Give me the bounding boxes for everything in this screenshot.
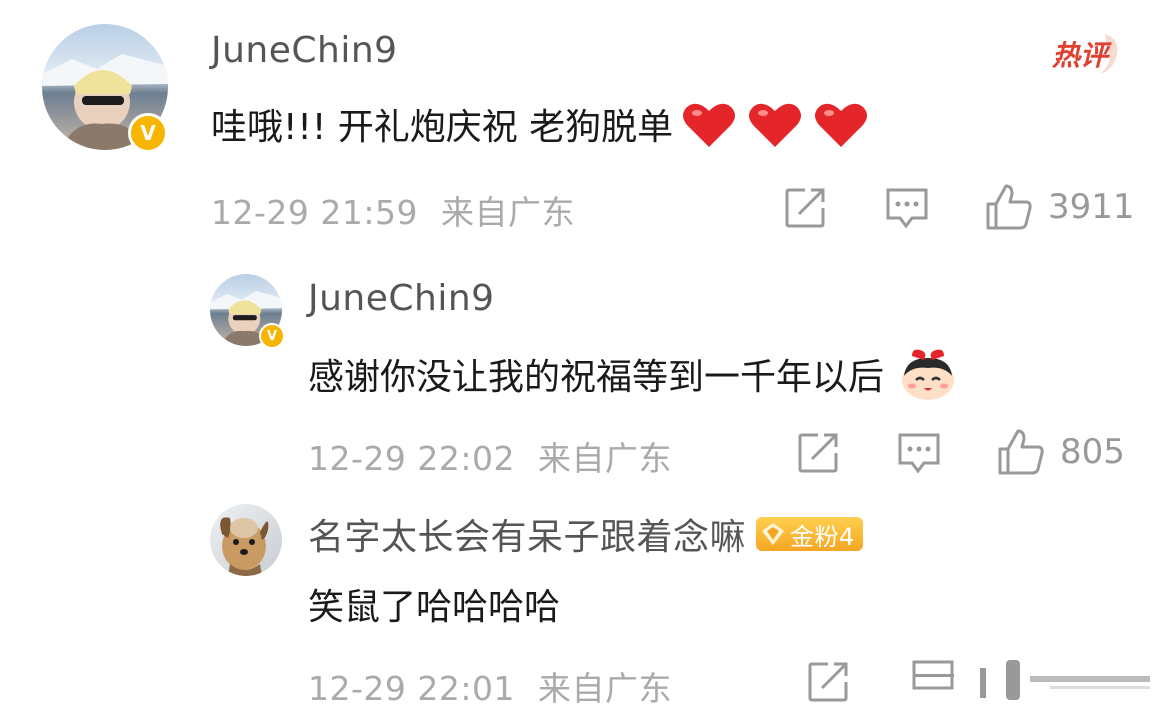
diamond-icon — [762, 523, 785, 545]
heart-emoji-icon — [813, 99, 869, 149]
heart-emoji-icon — [681, 99, 737, 149]
comment-text-row: 哇哦!!! 开礼炮庆祝 老狗脱单 — [211, 98, 869, 150]
hot-tag-label: 热评 — [1052, 39, 1109, 72]
reply-meta: 12-29 22:02 来自广东 — [308, 432, 672, 480]
reply-location: 来自广东 — [537, 669, 672, 708]
reply-username[interactable]: 名字太长会有呆子跟着念嘛 — [308, 508, 746, 560]
comment-username[interactable]: JuneChin9 — [211, 30, 398, 71]
reply-time: 12-29 22:02 — [308, 439, 515, 478]
like-button[interactable]: 805 — [996, 427, 1125, 477]
like-count: 3911 — [1048, 187, 1135, 227]
comment-icon[interactable] — [884, 186, 930, 230]
fan-level-badge: 金粉4 — [756, 517, 863, 551]
reply-username[interactable]: JuneChin9 — [308, 278, 495, 319]
reply-username-row: 名字太长会有呆子跟着念嘛 金粉4 — [308, 508, 863, 560]
hot-comment-tag: 热评 — [1050, 28, 1130, 78]
share-icon[interactable] — [806, 660, 850, 704]
verified-badge-icon: V — [128, 113, 168, 153]
cute-face-emoji-icon — [898, 346, 958, 402]
comment-icon[interactable] — [896, 431, 942, 475]
like-icon — [986, 184, 1032, 230]
comment-time: 12-29 21:59 — [211, 193, 418, 232]
action-bar-partial — [910, 660, 1150, 700]
reply-meta: 12-29 22:01 来自广东 — [308, 662, 672, 710]
comment-location: 来自广东 — [440, 193, 575, 232]
fan-badge-label: 金粉4 — [790, 522, 855, 551]
like-button[interactable]: 3911 — [984, 182, 1135, 232]
share-icon[interactable] — [796, 431, 840, 475]
reply-location: 来自广东 — [537, 439, 672, 478]
share-icon[interactable] — [783, 186, 827, 230]
like-count: 805 — [1060, 432, 1125, 472]
comment-text: 哇哦!!! 开礼炮庆祝 老狗脱单 — [211, 107, 674, 148]
reply-time: 12-29 22:01 — [308, 669, 515, 708]
dog-photo — [220, 517, 269, 576]
verified-badge-icon: V — [259, 323, 285, 349]
comment-like-icons-truncated — [912, 660, 1150, 700]
heart-emoji-icon — [747, 99, 803, 149]
reply-avatar[interactable] — [210, 504, 282, 576]
reply-text: 感谢你没让我的祝福等到一千年以后 — [308, 357, 885, 398]
reply-text: 笑鼠了哈哈哈哈 — [308, 587, 561, 628]
like-icon — [998, 429, 1044, 475]
reply-text-row: 感谢你没让我的祝福等到一千年以后 — [308, 346, 958, 402]
comment-meta: 12-29 21:59 来自广东 — [211, 186, 575, 234]
